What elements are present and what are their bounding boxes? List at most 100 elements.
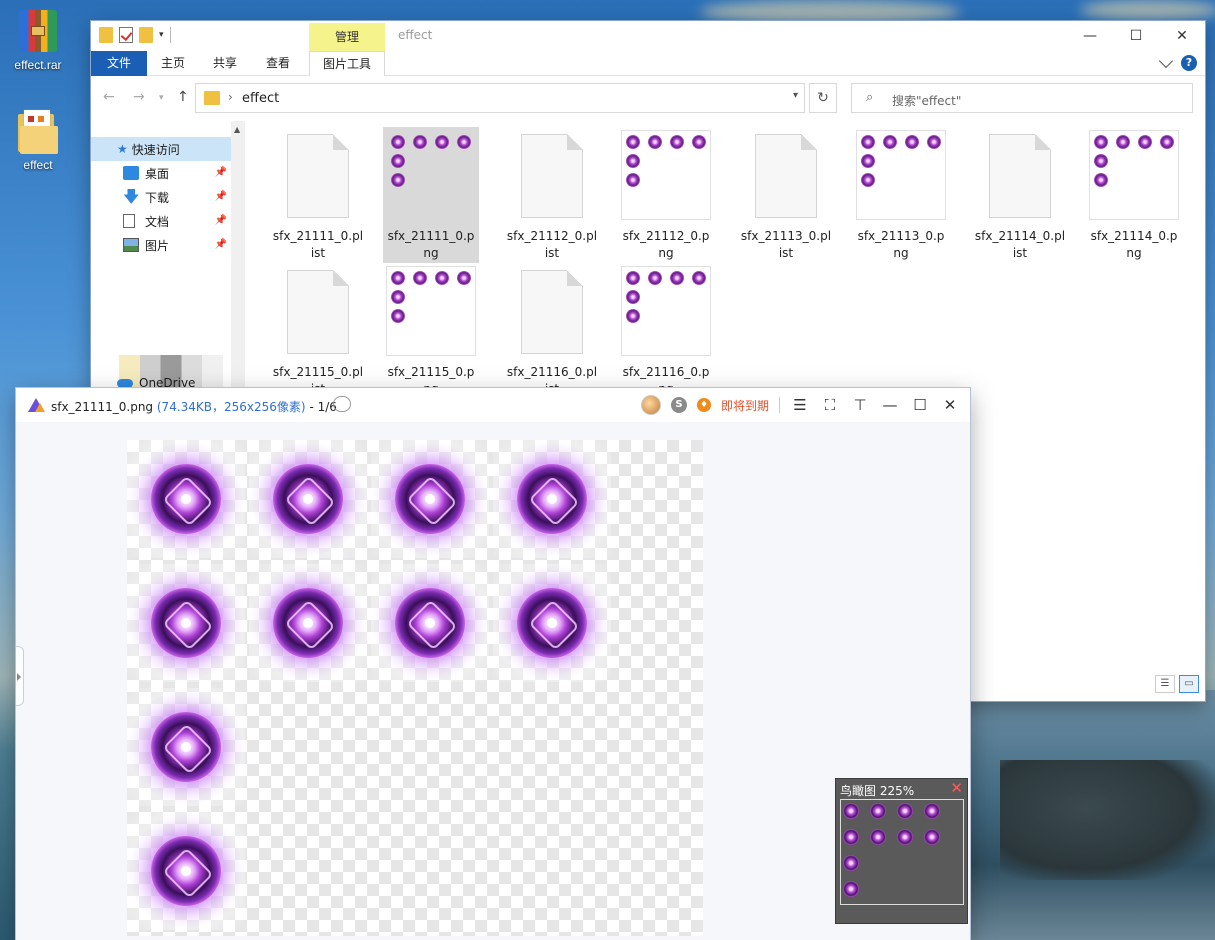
file-tile[interactable]: sfx_21111_0.plist [270, 127, 366, 263]
tab-manage-context[interactable]: 管理 [309, 23, 385, 51]
address-dropdown-chevron-icon[interactable]: ▾ [793, 90, 798, 101]
file-tile[interactable]: sfx_21111_0.png [383, 127, 479, 263]
desktop-icon-effect-folder[interactable]: effect [6, 110, 70, 172]
birds-eye-frame [924, 829, 940, 845]
scroll-up-icon[interactable]: ▲ [234, 125, 240, 134]
cloud-icon [117, 378, 133, 388]
image-thumbnail [621, 266, 711, 356]
tab-file[interactable]: 文件 [91, 51, 147, 76]
sprite-frame [626, 309, 640, 323]
viewer-file-title: sfx_21111_0.png (74.34KB，256x256像素) - 1/… [51, 398, 337, 415]
file-tile[interactable]: sfx_21113_0.png [853, 127, 949, 263]
large-icons-view-icon[interactable]: ▭ [1179, 675, 1199, 693]
file-thumbnail [386, 130, 476, 224]
file-name: sfx_21112_0.plist [506, 229, 598, 260]
sprite-frame [249, 564, 367, 682]
file-thumbnail [273, 266, 363, 360]
membership-expiry-link[interactable]: 即将到期 [721, 397, 769, 414]
sprite-frame [927, 135, 941, 149]
close-button[interactable]: ✕ [1159, 21, 1205, 51]
minimize-button[interactable]: — [1067, 21, 1113, 51]
image-canvas[interactable] [127, 440, 703, 936]
menu-icon[interactable]: ☰ [790, 396, 810, 414]
tab-home[interactable]: 主页 [153, 51, 193, 76]
sprite-frame [626, 290, 640, 304]
ribbon-tabs: 文件 主页 共享 查看 图片工具 ? [91, 51, 1205, 76]
refresh-button[interactable]: ↻ [809, 83, 837, 113]
file-tile[interactable]: sfx_21114_0.png [1086, 127, 1182, 263]
file-name: sfx_21111_0.png [387, 229, 475, 260]
file-thumbnail [741, 130, 831, 224]
search-box[interactable]: ⌕ 搜索"effect" [851, 83, 1193, 113]
sprite-frame [127, 688, 245, 806]
avatar[interactable] [640, 395, 661, 415]
recent-locations-chevron-icon[interactable]: ▾ [159, 93, 164, 103]
nav-item-downloads[interactable]: 🡇 下载 📌 [91, 185, 231, 209]
minimize-button[interactable]: — [880, 396, 900, 414]
maximize-button[interactable]: ☐ [910, 396, 930, 414]
sprite-frame [391, 309, 405, 323]
nav-item-pictures[interactable]: 图片 📌 [91, 233, 231, 257]
previous-image-handle[interactable] [16, 646, 24, 706]
forward-arrow-icon[interactable]: → [133, 89, 145, 105]
divider [169, 27, 171, 43]
cloud-upload-icon[interactable] [333, 396, 351, 412]
file-tile[interactable]: sfx_21113_0.plist [738, 127, 834, 263]
file-tile[interactable]: sfx_21114_0.plist [972, 127, 1068, 263]
vip-badge-icon[interactable]: ♦ [696, 398, 711, 412]
search-input[interactable]: 搜索"effect" [892, 92, 961, 109]
viewer-logo-icon [28, 398, 45, 412]
nav-item-desktop[interactable]: 桌面 📌 [91, 161, 231, 185]
download-arrow-icon: 🡇 [123, 187, 140, 206]
image-thumbnail [621, 130, 711, 220]
file-name: sfx_21111_0.plist [272, 229, 364, 260]
nav-item-quick-access[interactable]: ★ 快速访问 [91, 137, 231, 161]
sprite-frame [391, 154, 405, 168]
sprite-frame [670, 135, 684, 149]
breadcrumb-effect[interactable]: effect [242, 91, 279, 106]
back-arrow-icon[interactable]: ← [103, 89, 115, 105]
customize-toolbar-chevron-icon[interactable]: ▾ [159, 30, 164, 40]
sprite-frame [1094, 154, 1108, 168]
pin-icon[interactable]: 📌 [215, 167, 227, 178]
details-view-icon[interactable]: ☰ [1155, 675, 1175, 693]
file-tile[interactable]: sfx_21112_0.png [618, 127, 714, 263]
file-thumbnail [273, 130, 363, 224]
magic-orb-frame [151, 712, 221, 782]
close-button[interactable]: ✕ [940, 396, 960, 414]
expand-ribbon-chevron-icon[interactable] [1158, 53, 1174, 69]
document-file-icon [521, 270, 583, 354]
breadcrumb-separator-icon[interactable]: › [228, 90, 233, 104]
nav-item-documents[interactable]: 文档 📌 [91, 209, 231, 233]
security-shield-icon[interactable]: S [670, 397, 687, 413]
tab-view[interactable]: 查看 [258, 51, 298, 76]
image-thumbnail [1089, 130, 1179, 220]
pin-on-top-icon[interactable]: ⊤ [850, 396, 870, 414]
birds-eye-frame [843, 855, 859, 871]
tab-share[interactable]: 共享 [205, 51, 245, 76]
sprite-frame [413, 271, 427, 285]
close-icon[interactable]: ✕ [950, 779, 963, 797]
ribbon-right: ? [1158, 53, 1197, 71]
magic-orb-frame [273, 588, 343, 658]
file-name: sfx_21112_0.png [622, 229, 710, 260]
properties-icon[interactable] [119, 27, 133, 43]
address-bar[interactable]: › effect ▾ [195, 83, 805, 113]
pin-icon[interactable]: 📌 [215, 239, 227, 250]
nav-scrollbar[interactable]: ▲ [231, 121, 245, 411]
file-thumbnail [507, 130, 597, 224]
tab-picture-tools[interactable]: 图片工具 [309, 51, 385, 76]
birds-eye-viewport[interactable] [840, 799, 964, 905]
file-tile[interactable]: sfx_21112_0.plist [504, 127, 600, 263]
folder-icon [204, 91, 220, 105]
birds-eye-frame [843, 829, 859, 845]
help-icon[interactable]: ? [1181, 55, 1197, 71]
pin-icon[interactable]: 📌 [215, 191, 227, 202]
fullscreen-icon[interactable]: ⛶ [820, 396, 840, 414]
up-arrow-icon[interactable]: ↑ [177, 89, 189, 105]
desktop-icon-effect-rar[interactable]: effect.rar [6, 8, 70, 72]
pin-icon[interactable]: 📌 [215, 215, 227, 226]
maximize-button[interactable]: ☐ [1113, 21, 1159, 51]
nav-item-label: 图片 [145, 238, 170, 253]
new-folder-icon[interactable] [139, 27, 153, 43]
